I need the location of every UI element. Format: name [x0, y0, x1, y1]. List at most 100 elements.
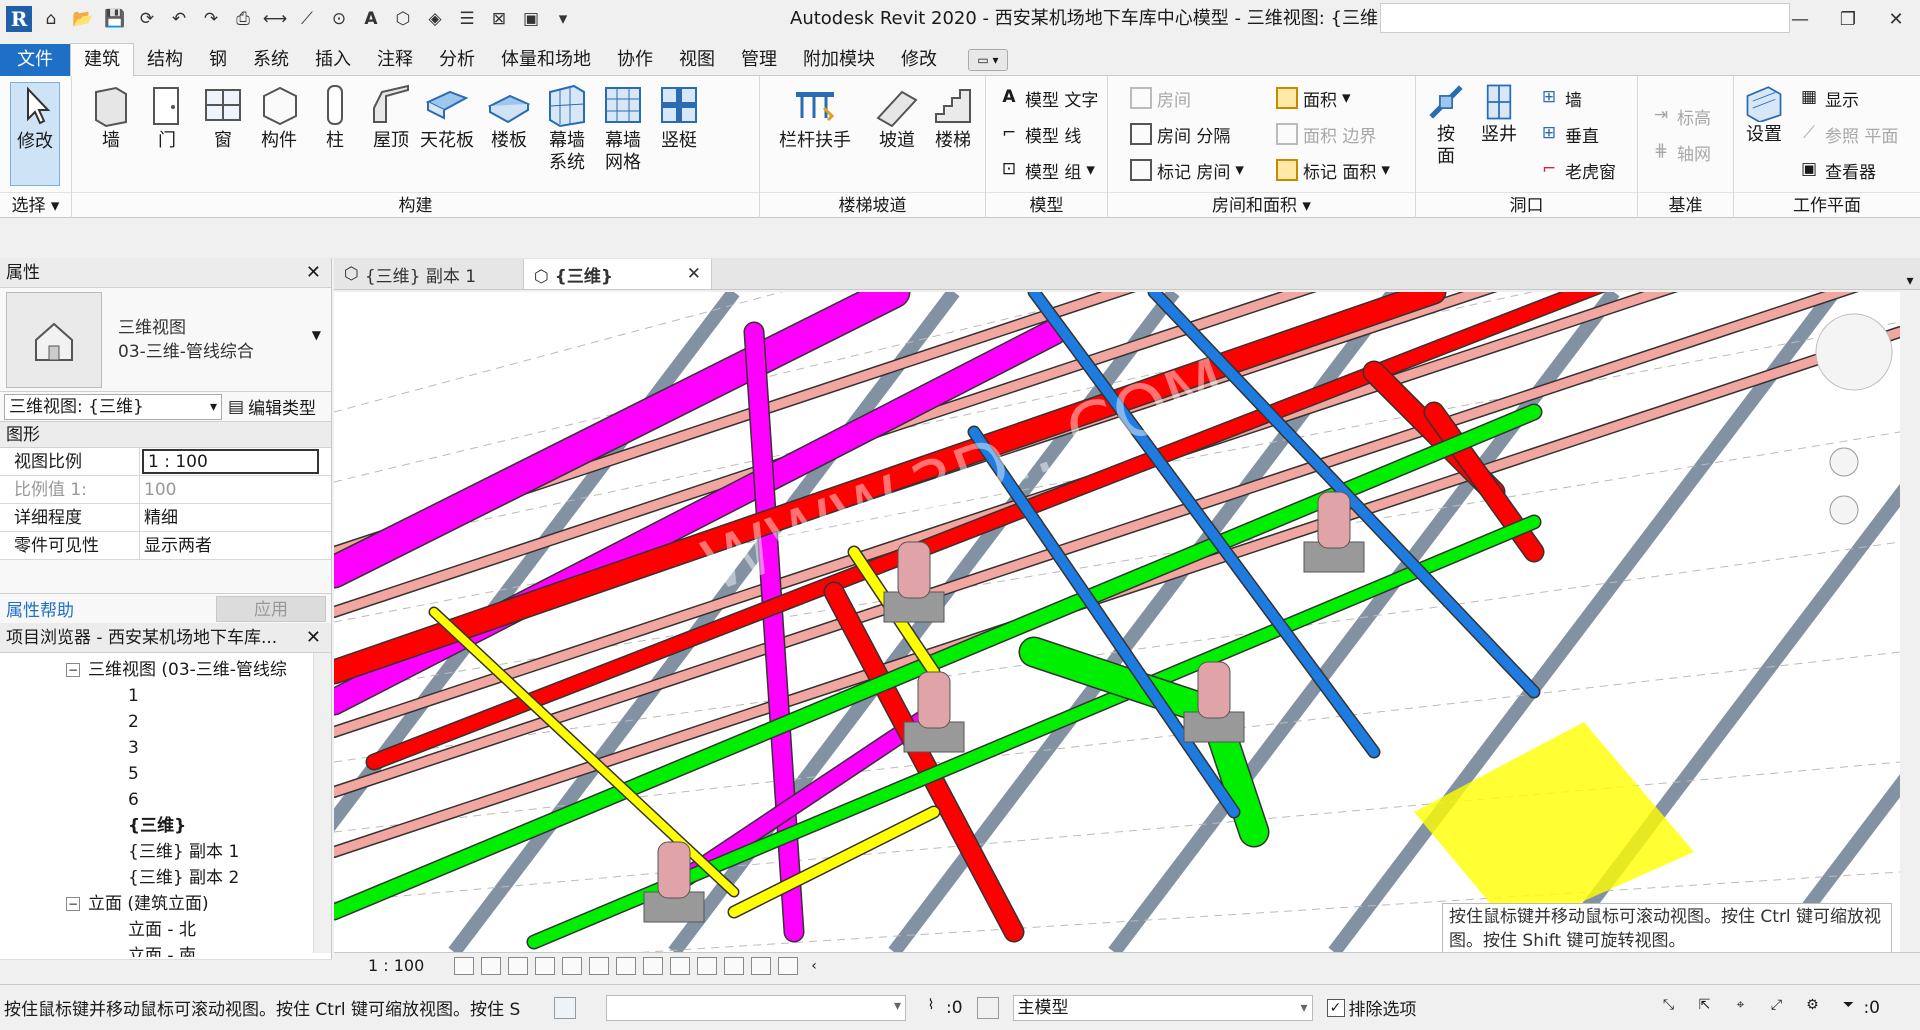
reveal-hidden-icon[interactable]: [697, 956, 718, 975]
render-icon[interactable]: [562, 956, 583, 975]
tab-architecture[interactable]: 建筑: [70, 43, 134, 76]
collapse-icon[interactable]: −: [66, 663, 80, 677]
tab-analyze[interactable]: 分析: [426, 44, 488, 76]
lock-3d-icon[interactable]: [643, 956, 664, 975]
view-tab-3d[interactable]: ⬡ {三维} ✕: [524, 259, 712, 289]
tab-manage[interactable]: 管理: [728, 44, 790, 76]
analytical-model-icon[interactable]: [751, 956, 772, 975]
column-button[interactable]: 柱: [306, 82, 364, 152]
tree-item-view[interactable]: {三维} 副本 2: [128, 865, 239, 891]
tree-item-view[interactable]: 2: [128, 709, 139, 735]
restore-icon[interactable]: ❐: [1824, 0, 1872, 38]
instance-selector[interactable]: 三维视图: {三维}: [4, 393, 222, 420]
sync-icon[interactable]: ⟳: [134, 6, 160, 32]
filter-icon[interactable]: ⏷: [1837, 997, 1859, 1019]
parts-visibility-field[interactable]: 显示两者: [140, 532, 331, 559]
tag-icon[interactable]: ⊙: [326, 6, 352, 32]
exclude-options-checkbox[interactable]: ✓: [1326, 998, 1345, 1017]
view-scale-input[interactable]: 1 : 100: [142, 449, 319, 474]
worksets-icon[interactable]: [554, 996, 576, 1019]
by-face-button[interactable]: 按 面: [1424, 82, 1468, 168]
redo-icon[interactable]: ↷: [198, 6, 224, 32]
show-work-plane-button[interactable]: ▦ 显示: [1798, 84, 1859, 112]
print-icon[interactable]: ⎙: [230, 6, 256, 32]
vertical-opening-button[interactable]: ⊞ 垂直: [1538, 120, 1599, 148]
wall-button[interactable]: 墙: [82, 82, 140, 152]
thin-lines-icon[interactable]: ☰: [454, 6, 480, 32]
dropdown-arrow-icon[interactable]: ▾: [1086, 160, 1095, 180]
tree-item-view[interactable]: 6: [128, 787, 139, 813]
tree-item-view[interactable]: 1: [128, 683, 139, 709]
tab-view[interactable]: 视图: [666, 44, 728, 76]
curtain-grid-button[interactable]: 幕墙 网格: [594, 82, 652, 174]
show-crop-icon[interactable]: [616, 956, 637, 975]
room-separator-button[interactable]: 房间 分隔: [1130, 120, 1230, 148]
apply-button[interactable]: 应用: [216, 595, 326, 622]
viewer-button[interactable]: ▣ 查看器: [1798, 156, 1876, 184]
select-underlay-icon[interactable]: ⇱: [1693, 997, 1715, 1019]
tab-file[interactable]: 文件: [0, 43, 70, 76]
component-button[interactable]: 构件: [250, 82, 308, 152]
tag-area-button[interactable]: 标记 面积 ▾: [1276, 156, 1390, 184]
ceiling-button[interactable]: 天花板: [418, 82, 476, 152]
text-icon[interactable]: A: [358, 6, 384, 32]
drawing-area[interactable]: WWW.3D...COM: [334, 292, 1900, 952]
panel-title-select[interactable]: 选择 ▾: [0, 192, 71, 218]
modify-button[interactable]: 修改: [10, 82, 60, 186]
model-group-button[interactable]: ⊡ 模型 组 ▾: [998, 156, 1095, 184]
panel-title-room-area[interactable]: 房间和面积 ▾: [1108, 192, 1415, 218]
design-option-selector[interactable]: 主模型: [1012, 994, 1313, 1021]
tab-insert[interactable]: 插入: [302, 44, 364, 76]
tree-node-3d-views[interactable]: − 三维视图 (03-三维-管线综: [66, 657, 287, 683]
door-button[interactable]: 门: [138, 82, 196, 152]
group-graphics[interactable]: 图形: [0, 422, 331, 448]
close-icon[interactable]: ✕: [306, 258, 321, 288]
select-by-face-icon[interactable]: ⤢: [1765, 997, 1787, 1019]
ramp-button[interactable]: 坡道: [868, 82, 926, 152]
tab-modify[interactable]: 修改: [888, 44, 950, 76]
view-scale[interactable]: 1 : 100: [368, 956, 424, 975]
tree-item-view[interactable]: {三维} 副本 1: [128, 839, 239, 865]
chevron-down-icon[interactable]: ▼: [312, 328, 321, 342]
drag-elements-icon[interactable]: ⚙: [1801, 997, 1823, 1019]
vertical-scrollbar[interactable]: [313, 653, 331, 953]
type-selector[interactable]: 三维视图 03-三维-管线综合 ▼: [0, 288, 331, 392]
close-hidden-windows-icon[interactable]: ⊠: [486, 6, 512, 32]
ribbon-minimize-toggle[interactable]: ▭ ▾: [968, 48, 1008, 71]
railing-button[interactable]: 栏杆扶手: [774, 82, 856, 152]
floor-button[interactable]: 楼板: [480, 82, 538, 152]
select-links-icon[interactable]: ⤡: [1657, 997, 1679, 1019]
editable-only-icon[interactable]: ⌇: [920, 997, 942, 1019]
open-icon[interactable]: 📂: [70, 6, 96, 32]
highlight-displacement-icon[interactable]: [778, 956, 799, 975]
section-icon[interactable]: ◈: [422, 6, 448, 32]
canvas-vertical-scrollbar[interactable]: [1900, 292, 1920, 952]
tab-annotate[interactable]: 注释: [364, 44, 426, 76]
close-icon[interactable]: ✕: [687, 264, 701, 284]
properties-help-link[interactable]: 属性帮助: [6, 596, 74, 621]
curtain-system-button[interactable]: 幕墙 系统: [538, 82, 596, 174]
stair-button[interactable]: 楼梯: [924, 82, 982, 152]
view-tab-3d-copy1[interactable]: ⬡ {三维} 副本 1: [334, 259, 524, 289]
shadows-icon[interactable]: [535, 956, 556, 975]
shaft-button[interactable]: 竖井: [1474, 82, 1524, 146]
tab-structure[interactable]: 结构: [134, 44, 196, 76]
close-icon[interactable]: ✕: [306, 623, 321, 653]
crop-view-icon[interactable]: [589, 956, 610, 975]
tree-item-elevation[interactable]: 立面 - 北: [128, 917, 196, 943]
tab-steel[interactable]: 钢: [196, 44, 240, 76]
dropdown-arrow-icon[interactable]: ▾: [1381, 160, 1390, 180]
temporary-hide-icon[interactable]: [670, 956, 691, 975]
revit-logo-icon[interactable]: R: [6, 6, 32, 32]
model-text-button[interactable]: A 模型 文字: [998, 84, 1098, 112]
detail-level-field[interactable]: 精细: [140, 504, 331, 531]
wall-opening-button[interactable]: ⊞ 墙: [1538, 84, 1582, 112]
detail-level-icon[interactable]: [454, 956, 475, 975]
area-button[interactable]: 面积 ▾: [1276, 84, 1351, 112]
minimize-icon[interactable]: —: [1776, 0, 1824, 38]
design-options-icon[interactable]: [976, 996, 999, 1019]
collapse-icon[interactable]: −: [66, 897, 80, 911]
undo-icon[interactable]: ↶: [166, 6, 192, 32]
tree-item-elevation[interactable]: 立面 - 南: [128, 943, 196, 957]
3d-pipe-model[interactable]: WWW.3D...COM: [334, 292, 1900, 952]
